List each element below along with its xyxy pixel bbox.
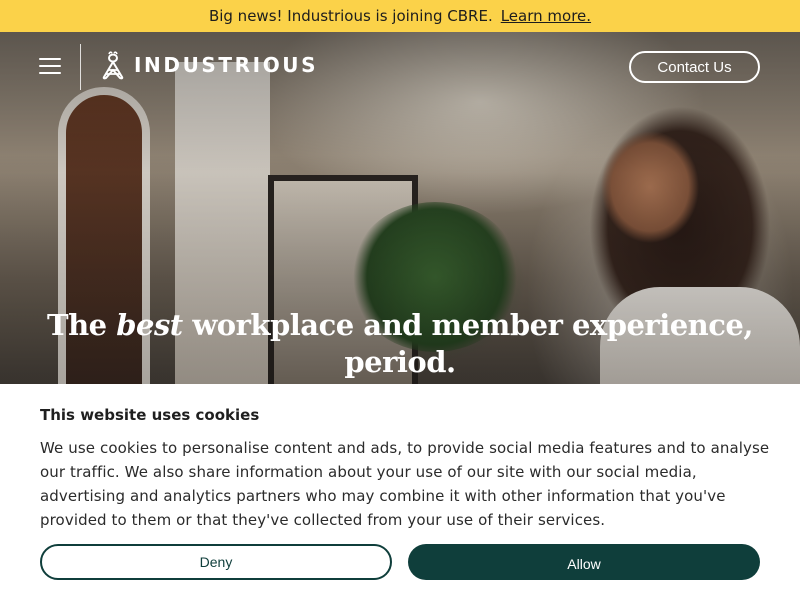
allow-button[interactable]: Allow: [408, 544, 760, 580]
headline-pre: The: [47, 308, 107, 342]
industrious-logo[interactable]: INDUSTRIOUS: [100, 50, 318, 80]
announcement-banner: Big news! Industrious is joining CBRE. L…: [0, 0, 800, 32]
hero-headline: The best workplace and member experience…: [0, 307, 800, 381]
headline-post: workplace and member experience, period.: [192, 308, 753, 379]
bee-icon: [102, 51, 124, 80]
hamburger-menu-icon[interactable]: [39, 57, 61, 75]
contact-us-button[interactable]: Contact Us: [629, 51, 760, 83]
cookie-title: This website uses cookies: [40, 406, 260, 424]
learn-more-link[interactable]: Learn more.: [501, 7, 591, 25]
headline-emphasis: best: [116, 308, 183, 342]
deny-button[interactable]: Deny: [40, 544, 392, 580]
cookie-description: We use cookies to personalise content an…: [40, 439, 770, 529]
cookie-consent-panel: This website uses cookies We use cookies…: [0, 384, 800, 600]
banner-text: Big news! Industrious is joining CBRE.: [208, 7, 493, 25]
logo-wordmark: INDUSTRIOUS: [134, 53, 319, 77]
header-divider: [80, 44, 81, 90]
